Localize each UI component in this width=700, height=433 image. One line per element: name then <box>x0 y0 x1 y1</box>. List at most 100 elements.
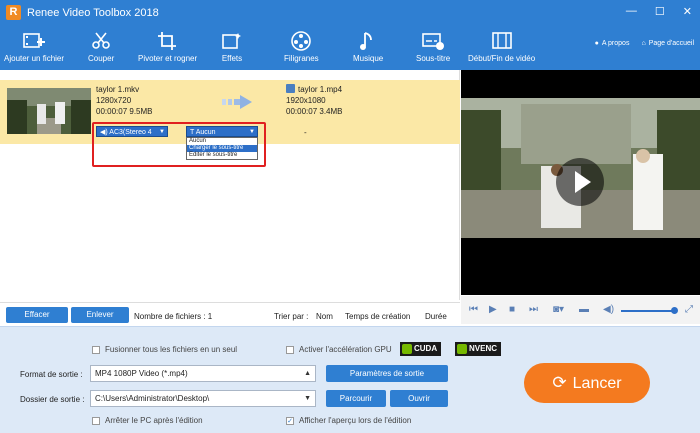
output-params-button[interactable]: Paramètres de sortie <box>326 365 448 382</box>
effects-icon <box>220 30 244 52</box>
nvidia-icon <box>457 344 467 354</box>
music-icon <box>356 30 380 52</box>
nvenc-label: NVENC <box>469 344 498 353</box>
intro-outro-label: Début/Fin de vidéo <box>468 54 536 63</box>
maximize-button[interactable]: ☐ <box>655 5 665 18</box>
format-label: Format de sortie : <box>20 370 83 379</box>
fullscreen-icon[interactable]: ⤢ <box>685 305 693 315</box>
shutdown-checkbox-box[interactable] <box>92 416 100 425</box>
source-duration-size: 00:00:07 9.5MB <box>96 107 153 116</box>
minimize-button[interactable]: — <box>626 5 637 18</box>
refresh-icon: ⟳ <box>552 373 567 392</box>
sort-by-name[interactable]: Nom <box>316 312 333 321</box>
subtitle-icon <box>421 30 445 52</box>
nvidia-icon <box>402 344 412 354</box>
output-info: taylor 1.mp4 1920x1080 00:00:07 3.4MB <box>286 84 342 117</box>
player-controls: ⏮ ▶ ■ ⏭ ◙▾ ▬ ◀) ⤢ <box>461 296 700 324</box>
add-file-button[interactable]: Ajouter un fichier <box>4 30 64 63</box>
file-list: taylor 1.mkv 1280x720 00:00:07 9.5MB tay… <box>0 70 460 300</box>
file-count: Nombre de fichiers : 1 <box>134 312 213 321</box>
remove-button[interactable]: Enlever <box>71 307 129 323</box>
cuda-label: CUDA <box>414 344 438 353</box>
add-file-icon <box>22 30 46 52</box>
app-logo-icon: R <box>6 5 21 20</box>
about-label: A propos <box>601 40 630 47</box>
merge-checkbox-box[interactable] <box>92 345 100 354</box>
source-filename: taylor 1.mkv <box>96 85 140 94</box>
add-file-label: Ajouter un fichier <box>4 54 65 63</box>
rotate-crop-button[interactable]: Pivoter et rogner <box>138 30 197 63</box>
watermark-button[interactable]: Filigranes <box>284 30 319 63</box>
open-button[interactable]: Ouvrir <box>390 390 448 407</box>
top-links: ● A propos ⌂ Page d'accueil <box>595 40 694 47</box>
cuda-badge: CUDA <box>400 342 442 356</box>
output-filename: taylor 1.mp4 <box>298 85 343 94</box>
play-icon[interactable]: ▶ <box>489 305 497 315</box>
clear-button[interactable]: Effacer <box>6 307 68 323</box>
folder-icon[interactable]: ▬ <box>579 305 589 315</box>
gpu-checkbox[interactable]: Activer l'accélération GPU <box>286 345 392 354</box>
gpu-checkbox-box[interactable] <box>286 345 294 354</box>
play-overlay-button[interactable] <box>556 158 604 206</box>
volume-knob[interactable] <box>671 307 678 314</box>
about-link[interactable]: ● A propos <box>595 40 630 47</box>
output-duration-size: 00:00:07 3.4MB <box>286 107 343 116</box>
rotate-crop-label: Pivoter et rogner <box>138 54 198 63</box>
effects-button[interactable]: Effets <box>220 30 244 63</box>
main-toolbar: Ajouter un fichier Couper Pivoter et rog… <box>0 26 700 70</box>
home-icon: ⌂ <box>641 40 646 47</box>
sort-label: Trier par : <box>274 312 309 321</box>
rotate-crop-icon <box>156 30 180 52</box>
convert-arrow-icon <box>222 94 258 110</box>
previous-icon[interactable]: ⏮ <box>469 305 478 315</box>
preview-checkbox[interactable]: ✓ Afficher l'aperçu lors de l'édition <box>286 416 411 425</box>
stop-icon[interactable]: ■ <box>509 305 515 315</box>
nvenc-badge: NVENC <box>455 342 502 356</box>
subtitle-button[interactable]: Sous-titre <box>416 30 450 63</box>
folder-label: Dossier de sortie : <box>20 395 85 404</box>
music-label: Musique <box>353 54 384 63</box>
home-label: Page d'accueil <box>648 40 694 47</box>
format-value: MP4 1080P Video (*.mp4) <box>95 369 188 378</box>
close-button[interactable]: ✕ <box>683 5 692 18</box>
start-label: Lancer <box>572 375 622 392</box>
sort-by-creation[interactable]: Temps de création <box>345 312 410 321</box>
camera-icon[interactable]: ◙▾ <box>553 305 564 315</box>
folder-value: C:\Users\Administrator\Desktop\ <box>95 394 210 403</box>
start-button[interactable]: ⟳ Lancer <box>524 363 650 403</box>
video-thumbnail <box>7 88 91 134</box>
sort-by-duration[interactable]: Durée <box>425 312 447 321</box>
title-bar: R Renee Video Toolbox 2018 — ☐ ✕ <box>0 0 700 26</box>
next-icon[interactable]: ⏭ <box>529 305 538 315</box>
merge-label: Fusionner tous les fichiers en un seul <box>105 345 238 354</box>
subtitle-label: Sous-titre <box>416 54 451 63</box>
window-controls: — ☐ ✕ <box>626 5 692 18</box>
preview-checkbox-box[interactable]: ✓ <box>286 416 294 425</box>
home-link[interactable]: ⌂ Page d'accueil <box>641 40 694 47</box>
browse-button[interactable]: Parcourir <box>326 390 386 407</box>
cut-button[interactable]: Couper <box>88 30 114 63</box>
watermark-label: Filigranes <box>284 54 319 63</box>
cut-label: Couper <box>88 54 115 63</box>
video-preview <box>461 70 700 295</box>
folder-input[interactable]: C:\Users\Administrator\Desktop\ ▼ <box>90 390 316 407</box>
format-select[interactable]: MP4 1080P Video (*.mp4) ▲ <box>90 365 316 382</box>
intro-outro-button[interactable]: Début/Fin de vidéo <box>468 30 535 63</box>
scissors-icon <box>89 30 113 52</box>
output-settings: Fusionner tous les fichiers en un seul A… <box>0 326 700 433</box>
shutdown-checkbox[interactable]: Arrêter le PC après l'édition <box>92 416 203 425</box>
volume-slider[interactable] <box>621 310 675 312</box>
volume-icon[interactable]: ◀) <box>603 305 614 315</box>
person-icon: ● <box>594 40 599 47</box>
merge-checkbox[interactable]: Fusionner tous les fichiers en un seul <box>92 345 237 354</box>
edit-icon[interactable] <box>286 84 295 93</box>
output-resolution: 1920x1080 <box>286 96 326 105</box>
music-button[interactable]: Musique <box>353 30 383 63</box>
window-title: Renee Video Toolbox 2018 <box>27 7 159 19</box>
watermark-icon <box>289 30 313 52</box>
placeholder-dash: - <box>304 128 307 137</box>
gpu-label: Activer l'accélération GPU <box>299 345 392 354</box>
effects-label: Effets <box>221 54 243 63</box>
chevron-down-icon: ▼ <box>304 395 311 402</box>
preview-label: Afficher l'aperçu lors de l'édition <box>299 416 412 425</box>
